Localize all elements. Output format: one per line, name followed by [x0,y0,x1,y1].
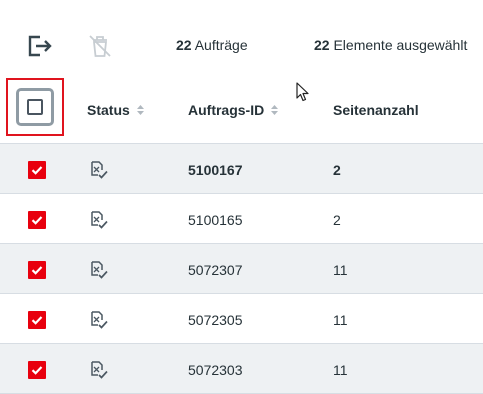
order-id-cell: 5072307 [188,262,243,278]
page-count-cell: 11 [333,312,348,328]
selected-count-label: Elemente ausgewählt [329,37,468,53]
selected-count-number: 22 [314,37,330,53]
row-checkbox[interactable] [28,161,46,179]
table-header: Status Auftrags-ID Seitenanzahl [0,76,483,144]
row-checkbox[interactable] [28,261,46,279]
logout-icon[interactable] [26,33,54,59]
status-print-done-icon [87,159,109,181]
order-id-cell: 5072303 [188,362,243,378]
table-row[interactable]: 5100167 2 [0,144,483,194]
table-row[interactable]: 5100165 2 [0,194,483,244]
mouse-cursor-icon [296,82,310,107]
column-header-status[interactable]: Status [87,102,144,118]
status-print-done-icon [87,309,109,331]
status-print-done-icon [87,209,109,231]
column-header-order-id[interactable]: Auftrags-ID [188,102,279,118]
delete-icon[interactable] [86,33,114,59]
column-header-order-id-label: Auftrags-ID [188,102,265,118]
toolbar: 22 Aufträge 22 Elemente ausgewählt [0,0,483,76]
select-all-checkbox[interactable] [16,88,54,126]
order-id-cell: 5100165 [188,212,243,228]
page-count-cell: 11 [333,262,348,278]
status-print-done-icon [87,259,109,281]
table-row[interactable]: 5072305 11 [0,294,483,344]
table-row[interactable]: 5072303 11 [0,344,483,394]
status-print-done-icon [87,359,109,381]
row-checkbox[interactable] [28,361,46,379]
column-header-status-label: Status [87,102,130,118]
column-header-page-count-label: Seitenanzahl [333,102,419,118]
row-checkbox[interactable] [28,311,46,329]
order-id-cell: 5100167 [188,162,243,178]
column-header-page-count[interactable]: Seitenanzahl [333,102,419,118]
orders-count-label: Aufträge [191,37,248,53]
table-row[interactable]: 5072307 11 [0,244,483,294]
sort-icon[interactable] [136,105,144,115]
orders-count-number: 22 [176,37,192,53]
page-count-cell: 2 [333,212,341,228]
sort-icon[interactable] [271,105,279,115]
page-count-cell: 2 [333,162,341,178]
row-checkbox[interactable] [28,211,46,229]
select-all-highlight [6,78,64,136]
page-count-cell: 11 [333,362,348,378]
selected-count: 22 Elemente ausgewählt [314,37,467,53]
order-id-cell: 5072305 [188,312,243,328]
orders-count: 22 Aufträge [176,37,248,53]
